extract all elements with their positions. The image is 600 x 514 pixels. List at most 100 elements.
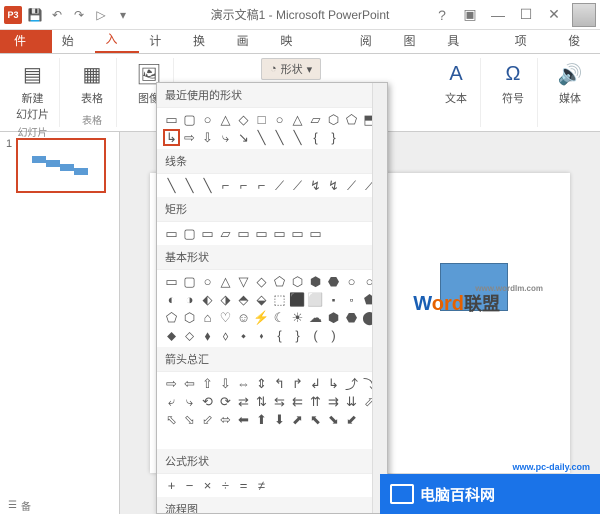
shape-option[interactable]: ╲	[289, 129, 306, 146]
shape-option[interactable]: ⟋	[271, 177, 288, 194]
shape-option[interactable]: ⇕	[253, 375, 270, 392]
shape-option[interactable]: ⬛	[289, 291, 306, 308]
shape-option[interactable]: ⟋	[361, 177, 378, 194]
shape-option[interactable]: ⇔	[235, 375, 252, 392]
shape-option[interactable]: ⬄	[217, 411, 234, 428]
shape-option[interactable]: ⬚	[271, 291, 288, 308]
shape-option[interactable]: )	[325, 327, 342, 344]
shape-option[interactable]: ▢	[181, 225, 198, 242]
shape-option[interactable]: ↳	[163, 129, 180, 146]
shapes-dropdown-button[interactable]: ◔ 形状 ▾	[261, 58, 321, 80]
shape-option[interactable]: ○	[271, 111, 288, 128]
shape-option[interactable]: ◐	[163, 291, 180, 308]
blue-rectangle-shape[interactable]	[440, 263, 508, 311]
shape-option[interactable]: ↰	[271, 375, 288, 392]
shape-option[interactable]: ⇩	[199, 129, 216, 146]
shape-option[interactable]: ○	[199, 273, 216, 290]
shape-option[interactable]: ↲	[307, 375, 324, 392]
shape-option[interactable]: ×	[199, 477, 216, 494]
shape-option[interactable]: ↘	[235, 129, 252, 146]
shape-option[interactable]: ☺	[235, 309, 252, 326]
close-button[interactable]: ✕	[544, 6, 564, 23]
shape-option[interactable]: ⬢	[325, 309, 342, 326]
shape-option[interactable]: ⬢	[307, 273, 324, 290]
shape-option[interactable]: ÷	[217, 477, 234, 494]
shape-option[interactable]: △	[289, 111, 306, 128]
shape-option[interactable]: △	[217, 111, 234, 128]
shape-option[interactable]: ⇇	[289, 393, 306, 410]
shape-option[interactable]: □	[253, 111, 270, 128]
shape-option[interactable]: =	[235, 477, 252, 494]
shape-option[interactable]: ⬉	[307, 411, 324, 428]
shape-option[interactable]: ⇉	[325, 393, 342, 410]
shape-option[interactable]: ⬖	[199, 291, 216, 308]
shape-option[interactable]: ☾	[271, 309, 288, 326]
shape-option[interactable]: ⬀	[361, 393, 378, 410]
shape-option[interactable]: ▭	[163, 111, 180, 128]
shape-option[interactable]: ⟲	[199, 393, 216, 410]
shape-option[interactable]	[361, 327, 378, 344]
shape-option[interactable]: ⤷	[217, 129, 234, 146]
shape-option[interactable]: ⇦	[181, 375, 198, 392]
user-avatar[interactable]	[572, 3, 596, 27]
shape-option[interactable]: ○	[343, 273, 360, 290]
shape-option[interactable]: }	[289, 327, 306, 344]
shape-option[interactable]: ≠	[253, 477, 270, 494]
shape-option[interactable]: +	[163, 477, 180, 494]
shape-option[interactable]: ☀	[289, 309, 306, 326]
shape-option[interactable]: ⬋	[343, 411, 360, 428]
shape-option[interactable]: ▭	[163, 273, 180, 290]
shape-option[interactable]: ▭	[235, 225, 252, 242]
shape-option[interactable]: ⇄	[235, 393, 252, 410]
shape-option[interactable]: ⬙	[253, 291, 270, 308]
shape-option[interactable]: ⚡	[253, 309, 270, 326]
shape-option[interactable]	[361, 411, 378, 428]
shape-option[interactable]: ⟋	[343, 177, 360, 194]
shape-option[interactable]: }	[325, 129, 342, 146]
shape-option[interactable]: ▱	[307, 111, 324, 128]
symbol-button[interactable]: Ω 符号	[495, 58, 531, 108]
shape-option[interactable]: ⇈	[307, 393, 324, 410]
ribbon-options-button[interactable]: ▣	[460, 6, 480, 23]
shape-option[interactable]: ⬇	[271, 411, 288, 428]
shape-option[interactable]: ▢	[181, 273, 198, 290]
shape-option[interactable]: ▭	[199, 225, 216, 242]
shape-option[interactable]: ⬅	[235, 411, 252, 428]
shape-option[interactable]: ⬡	[325, 111, 342, 128]
shape-option[interactable]: ↳	[325, 375, 342, 392]
shape-option[interactable]: ◇	[253, 273, 270, 290]
shape-option[interactable]: ○	[361, 273, 378, 290]
shape-option[interactable]: ♡	[217, 309, 234, 326]
slideshow-button[interactable]: ▷	[92, 6, 110, 24]
redo-button[interactable]: ↷	[70, 6, 88, 24]
shape-option[interactable]: ⟳	[217, 393, 234, 410]
shape-option[interactable]: ⬥	[163, 327, 180, 344]
shape-option[interactable]: △	[217, 273, 234, 290]
shape-option[interactable]: ▭	[271, 225, 288, 242]
shape-option[interactable]: ⬠	[163, 309, 180, 326]
shape-option[interactable]: ↱	[289, 375, 306, 392]
shape-option[interactable]: ⬞	[343, 291, 360, 308]
shape-option[interactable]: ⇅	[253, 393, 270, 410]
shape-option[interactable]: ⬦	[181, 327, 198, 344]
new-slide-button[interactable]: ▤ 新建 幻灯片	[12, 58, 53, 124]
shape-option[interactable]: ╲	[181, 177, 198, 194]
help-button[interactable]: ?	[432, 7, 452, 23]
shape-option[interactable]: ▭	[253, 225, 270, 242]
shape-option[interactable]: ⬠	[271, 273, 288, 290]
shape-option[interactable]: {	[307, 129, 324, 146]
shape-option[interactable]: ⬡	[181, 309, 198, 326]
shape-option[interactable]: ⬜	[307, 291, 324, 308]
shape-option[interactable]: ⬣	[343, 309, 360, 326]
shape-option[interactable]: ▭	[307, 225, 324, 242]
shape-option[interactable]: ⤵	[361, 375, 378, 392]
shape-option[interactable]: ▽	[235, 273, 252, 290]
shape-option[interactable]: ↯	[307, 177, 324, 194]
shape-option[interactable]: ⟋	[289, 177, 306, 194]
shape-option[interactable]: ⬁	[163, 411, 180, 428]
shape-option[interactable]: ⬧	[199, 327, 216, 344]
shape-option[interactable]: ⌂	[199, 309, 216, 326]
shape-option[interactable]: ☁	[307, 309, 324, 326]
shape-option[interactable]: ○	[199, 111, 216, 128]
shape-option[interactable]: ◑	[181, 291, 198, 308]
